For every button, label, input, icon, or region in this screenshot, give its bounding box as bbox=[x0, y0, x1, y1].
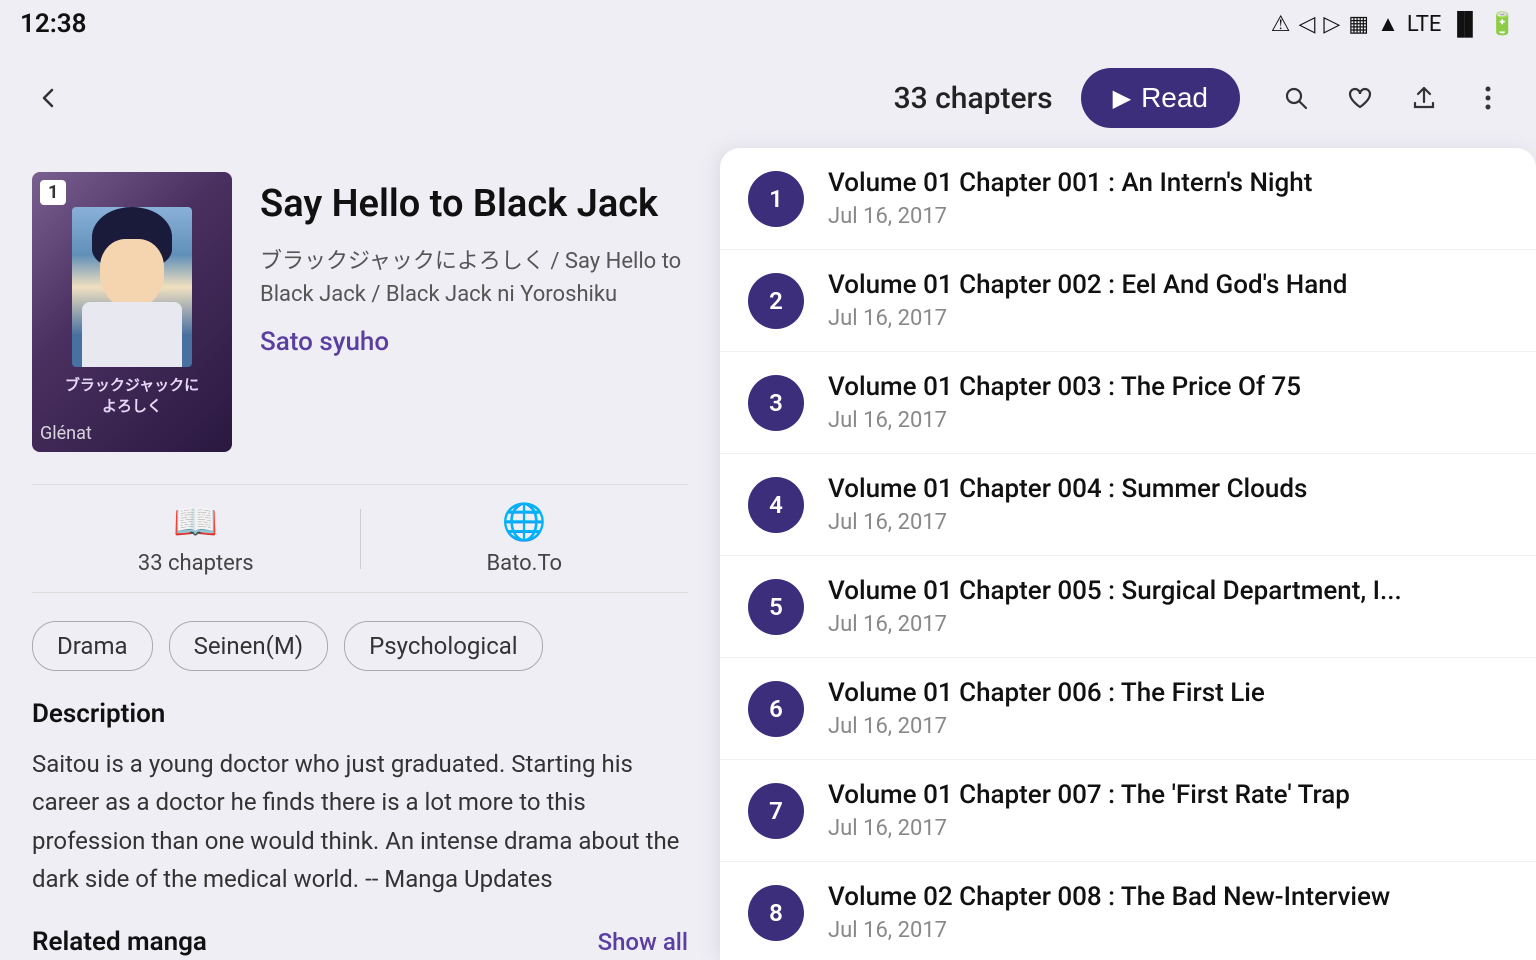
signal-bars: ▐▌ bbox=[1449, 11, 1480, 37]
chapter-item[interactable]: 2 Volume 01 Chapter 002 : Eel And God's … bbox=[720, 250, 1536, 352]
more-button[interactable] bbox=[1460, 70, 1516, 126]
chapter-number: 3 bbox=[748, 375, 804, 431]
left-panel: 1 ブラックジャックによろしく Glénat Say Hello to Bl bbox=[0, 148, 720, 960]
globe-icon: 🌐 bbox=[502, 501, 547, 543]
description-text: Saitou is a young doctor who just gradua… bbox=[32, 745, 688, 899]
chapter-title: Volume 02 Chapter 008 : The Bad New-Inte… bbox=[828, 882, 1428, 912]
chapter-number: 7 bbox=[748, 783, 804, 839]
chapter-title: Volume 01 Chapter 001 : An Intern's Nigh… bbox=[828, 168, 1428, 198]
chapter-item[interactable]: 5 Volume 01 Chapter 005 : Surgical Depar… bbox=[720, 556, 1536, 658]
book-meta: Say Hello to Black Jack ブラックジャックによろしく / … bbox=[260, 172, 688, 452]
tags-row: Drama Seinen(M) Psychological bbox=[32, 621, 688, 671]
stat-source: 🌐 Bato.To bbox=[361, 501, 689, 576]
chapter-info: Volume 01 Chapter 001 : An Intern's Nigh… bbox=[828, 168, 1508, 229]
chapter-title: Volume 01 Chapter 007 : The 'First Rate'… bbox=[828, 780, 1428, 810]
navigation-icon: ◁ bbox=[1298, 12, 1315, 37]
chapter-info: Volume 01 Chapter 002 : Eel And God's Ha… bbox=[828, 270, 1508, 331]
chapter-title: Volume 01 Chapter 003 : The Price Of 75 bbox=[828, 372, 1428, 402]
battery-icon: 🔋 bbox=[1489, 12, 1516, 37]
chapter-list: 1 Volume 01 Chapter 001 : An Intern's Ni… bbox=[720, 148, 1536, 960]
book-subtitle: ブラックジャックによろしく / Say Hello to Black Jack … bbox=[260, 245, 688, 311]
status-icons: ⚠ ◁ ▷ ▦ ▲ LTE ▐▌ 🔋 bbox=[1271, 11, 1516, 37]
tag-drama[interactable]: Drama bbox=[32, 621, 153, 671]
stats-row: 📖 33 chapters 🌐 Bato.To bbox=[32, 484, 688, 593]
book-info: 1 ブラックジャックによろしく Glénat Say Hello to Bl bbox=[32, 172, 688, 452]
share-status-icon: ▷ bbox=[1323, 12, 1340, 37]
chapter-date: Jul 16, 2017 bbox=[828, 204, 1508, 229]
wifi-icon: ▲ bbox=[1377, 11, 1399, 37]
sim-icon: ▦ bbox=[1348, 12, 1369, 37]
chapter-item[interactable]: 3 Volume 01 Chapter 003 : The Price Of 7… bbox=[720, 352, 1536, 454]
chapter-date: Jul 16, 2017 bbox=[828, 918, 1508, 943]
read-button[interactable]: ▶ Read bbox=[1081, 68, 1240, 128]
cover-volume-badge: 1 bbox=[40, 180, 66, 205]
stat-source-label: Bato.To bbox=[486, 551, 562, 576]
book-icon: 📖 bbox=[173, 501, 218, 543]
description-section: Description Saitou is a young doctor who… bbox=[32, 699, 688, 899]
back-button[interactable] bbox=[20, 70, 76, 126]
description-title: Description bbox=[32, 699, 688, 729]
related-section: Related manga Show all bbox=[32, 927, 688, 960]
chapter-item[interactable]: 1 Volume 01 Chapter 001 : An Intern's Ni… bbox=[720, 148, 1536, 250]
related-title: Related manga bbox=[32, 927, 207, 957]
tag-psychological[interactable]: Psychological bbox=[344, 621, 543, 671]
chapter-date: Jul 16, 2017 bbox=[828, 306, 1508, 331]
chapter-info: Volume 01 Chapter 004 : Summer Clouds Ju… bbox=[828, 474, 1508, 535]
book-author[interactable]: Sato syuho bbox=[260, 327, 688, 357]
book-title: Say Hello to Black Jack bbox=[260, 180, 688, 229]
top-bar-actions bbox=[1268, 70, 1516, 126]
chapter-date: Jul 16, 2017 bbox=[828, 816, 1508, 841]
chapter-date: Jul 16, 2017 bbox=[828, 408, 1508, 433]
book-cover: 1 ブラックジャックによろしく Glénat bbox=[32, 172, 232, 452]
chapter-item[interactable]: 4 Volume 01 Chapter 004 : Summer Clouds … bbox=[720, 454, 1536, 556]
chapter-number: 2 bbox=[748, 273, 804, 329]
top-bar: 33 chapters ▶ Read bbox=[0, 48, 1536, 148]
chapter-number: 6 bbox=[748, 681, 804, 737]
related-header: Related manga Show all bbox=[32, 927, 688, 957]
play-icon: ▶ bbox=[1113, 84, 1131, 113]
chapter-date: Jul 16, 2017 bbox=[828, 714, 1508, 739]
main-container: 1 ブラックジャックによろしく Glénat Say Hello to Bl bbox=[0, 148, 1536, 960]
chapter-number: 5 bbox=[748, 579, 804, 635]
chapter-info: Volume 01 Chapter 003 : The Price Of 75 … bbox=[828, 372, 1508, 433]
chapters-count: 33 chapters bbox=[894, 81, 1053, 116]
chapter-info: Volume 02 Chapter 008 : The Bad New-Inte… bbox=[828, 882, 1508, 943]
chapter-date: Jul 16, 2017 bbox=[828, 510, 1508, 535]
cover-publisher: Glénat bbox=[40, 423, 92, 444]
status-bar: 12:38 ⚠ ◁ ▷ ▦ ▲ LTE ▐▌ 🔋 bbox=[0, 0, 1536, 48]
search-button[interactable] bbox=[1268, 70, 1324, 126]
favorite-button[interactable] bbox=[1332, 70, 1388, 126]
chapter-number: 1 bbox=[748, 171, 804, 227]
chapter-title: Volume 01 Chapter 005 : Surgical Departm… bbox=[828, 576, 1428, 606]
stat-chapters: 📖 33 chapters bbox=[32, 501, 360, 576]
signal-icon: LTE bbox=[1407, 12, 1442, 37]
chapter-date: Jul 16, 2017 bbox=[828, 612, 1508, 637]
chapter-info: Volume 01 Chapter 007 : The 'First Rate'… bbox=[828, 780, 1508, 841]
chapter-title: Volume 01 Chapter 006 : The First Lie bbox=[828, 678, 1428, 708]
chapter-number: 4 bbox=[748, 477, 804, 533]
chapter-item[interactable]: 6 Volume 01 Chapter 006 : The First Lie … bbox=[720, 658, 1536, 760]
read-label: Read bbox=[1141, 82, 1208, 114]
show-all-button[interactable]: Show all bbox=[598, 928, 688, 956]
share-button[interactable] bbox=[1396, 70, 1452, 126]
status-time: 12:38 bbox=[20, 9, 87, 39]
chapter-item[interactable]: 7 Volume 01 Chapter 007 : The 'First Rat… bbox=[720, 760, 1536, 862]
alert-icon: ⚠ bbox=[1271, 12, 1291, 37]
tag-seinen[interactable]: Seinen(M) bbox=[169, 621, 329, 671]
chapter-title: Volume 01 Chapter 004 : Summer Clouds bbox=[828, 474, 1428, 504]
chapter-item[interactable]: 8 Volume 02 Chapter 008 : The Bad New-In… bbox=[720, 862, 1536, 960]
chapter-info: Volume 01 Chapter 005 : Surgical Departm… bbox=[828, 576, 1508, 637]
chapter-number: 8 bbox=[748, 885, 804, 941]
chapter-info: Volume 01 Chapter 006 : The First Lie Ju… bbox=[828, 678, 1508, 739]
chapter-title: Volume 01 Chapter 002 : Eel And God's Ha… bbox=[828, 270, 1428, 300]
stat-chapters-label: 33 chapters bbox=[138, 551, 254, 576]
cover-text: ブラックジャックによろしく bbox=[65, 375, 199, 417]
